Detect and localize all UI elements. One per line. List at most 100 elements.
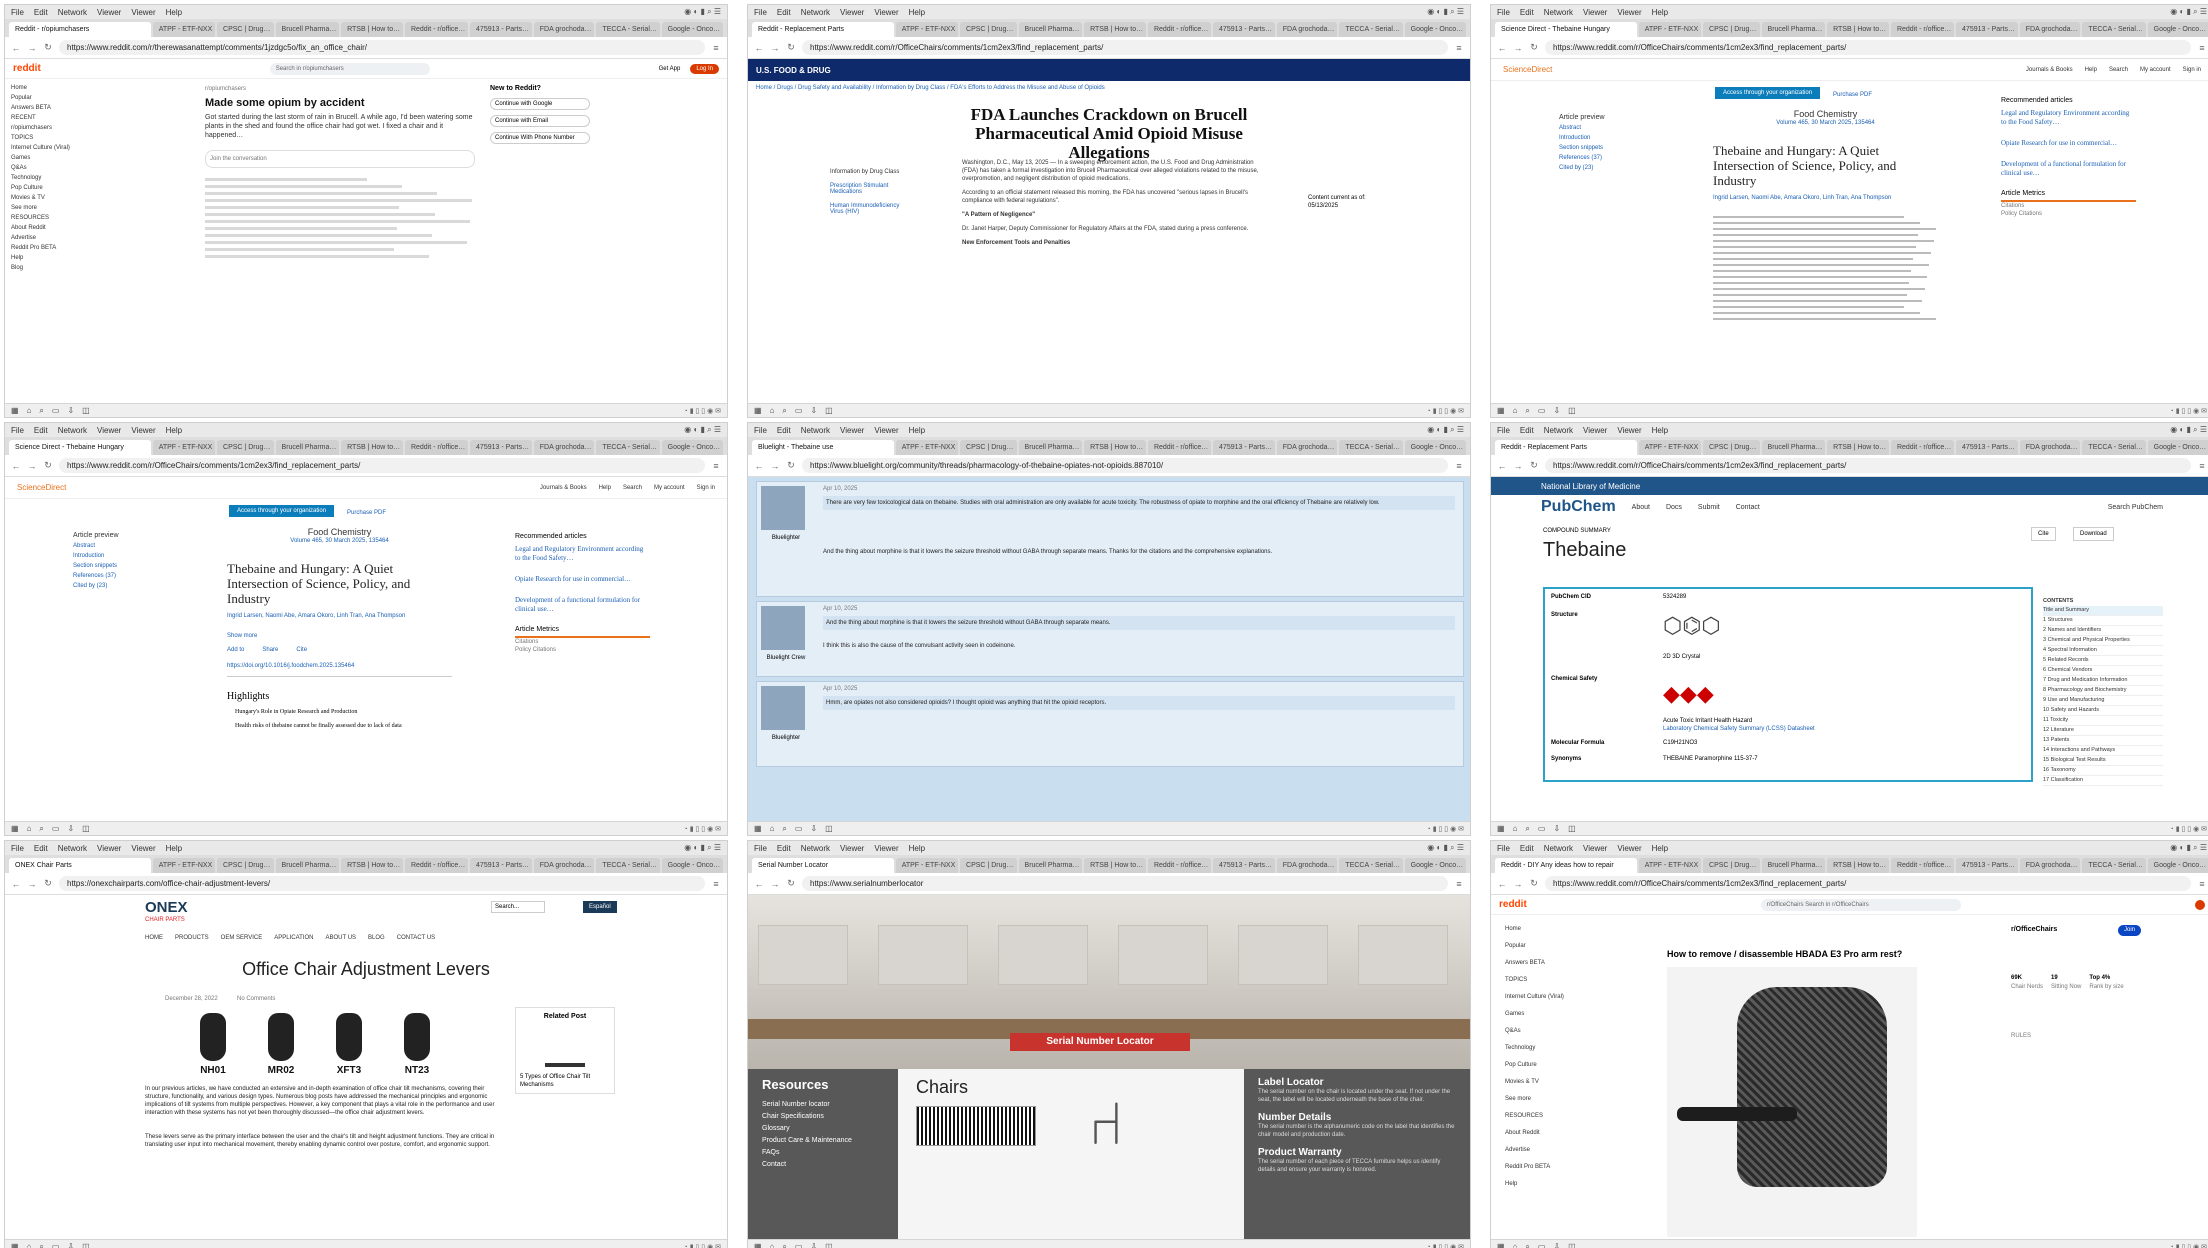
menu-item[interactable]: File <box>1497 844 1510 853</box>
menu-item[interactable]: File <box>1497 8 1510 17</box>
recommended-link[interactable]: Legal and Regulatory Environment accordi… <box>2001 109 2136 127</box>
header-link[interactable]: Help <box>599 485 611 491</box>
resource-link[interactable]: Product Care & Maintenance <box>762 1136 884 1145</box>
menu-icon[interactable]: ≡ <box>711 879 721 889</box>
active-tab[interactable]: Science Direct - Thebaine Hungary <box>1495 22 1637 37</box>
download-icon[interactable]: ⇩ <box>810 406 817 415</box>
recommended-link[interactable]: Development of a functional formulation … <box>515 596 650 614</box>
active-tab[interactable]: Reddit - Replacement Parts <box>752 22 894 37</box>
sidebar-item[interactable]: About Reddit <box>11 223 91 233</box>
menu-item[interactable]: Network <box>58 426 87 435</box>
outline-link[interactable]: Introduction <box>73 551 153 561</box>
menu-item[interactable]: Viewer <box>131 844 155 853</box>
access-button[interactable]: Access through your organization <box>1715 87 1821 99</box>
menu-item[interactable]: Viewer <box>840 426 864 435</box>
menu-item[interactable]: Edit <box>777 426 791 435</box>
post-username[interactable]: Bluelighter <box>761 734 811 742</box>
lever-product[interactable]: MR02 <box>251 1013 311 1076</box>
header-link[interactable]: Journals & Books <box>540 485 587 491</box>
app-icon[interactable]: ◫ <box>825 1242 833 1248</box>
browser-tab[interactable]: Reddit - r/office… <box>1890 440 1955 455</box>
breadcrumb[interactable]: Home / Drugs / Drug Safety and Availabil… <box>748 81 1470 95</box>
nav-item[interactable]: APPLICATION <box>274 935 313 941</box>
browser-tab[interactable]: Google - Onco… <box>2147 858 2208 873</box>
lever-product[interactable]: NT23 <box>387 1013 447 1076</box>
menu-item[interactable]: Edit <box>34 426 48 435</box>
menu-item[interactable]: Network <box>801 844 830 853</box>
forward-icon[interactable]: → <box>1513 879 1523 889</box>
browser-tab[interactable]: FDA grochoda… <box>533 858 595 873</box>
browser-tab[interactable]: TECCA - Serial… <box>1339 22 1403 37</box>
download-icon[interactable]: ⇩ <box>1553 824 1560 833</box>
forward-icon[interactable]: → <box>1513 43 1523 53</box>
header-link[interactable]: Help <box>2085 67 2097 73</box>
browser-tab[interactable]: Brucell Pharma… <box>275 22 340 37</box>
grid-icon[interactable]: ▦ <box>1497 1242 1505 1248</box>
browser-tab[interactable]: CPSC | Drug… <box>1703 858 1760 873</box>
active-tab[interactable]: ONEX Chair Parts <box>9 858 151 873</box>
browser-tab[interactable]: Google - Onco… <box>1404 22 1466 37</box>
search-icon[interactable]: ⌕ <box>39 1242 43 1248</box>
browser-tab[interactable]: Brucell Pharma… <box>1018 440 1083 455</box>
sidebar-item[interactable]: Help <box>11 253 91 263</box>
post-username[interactable]: Bluelighter <box>761 534 811 542</box>
back-icon[interactable]: ← <box>1497 879 1507 889</box>
reload-icon[interactable]: ↻ <box>1529 878 1539 889</box>
active-tab[interactable]: Science Direct - Thebaine Hungary <box>9 440 151 455</box>
signup-option[interactable]: Continue with Google <box>490 98 590 110</box>
folder-icon[interactable]: ▭ <box>52 824 60 833</box>
sidebar-item[interactable]: Q&As <box>11 163 91 173</box>
toc-item[interactable]: Title and Summary <box>2043 606 2163 616</box>
back-icon[interactable]: ← <box>754 879 764 889</box>
fda-logo[interactable]: U.S. FOOD & DRUG <box>756 66 831 75</box>
home-icon[interactable]: ⌂ <box>770 824 775 833</box>
reload-icon[interactable]: ↻ <box>43 460 53 471</box>
lever-product[interactable]: NH01 <box>183 1013 243 1076</box>
menu-item[interactable]: Viewer <box>1583 8 1607 17</box>
sciencedirect-logo[interactable]: ScienceDirect <box>1503 65 1552 74</box>
menu-item[interactable]: Viewer <box>131 426 155 435</box>
chair-photo[interactable] <box>1667 967 1917 1237</box>
menu-icon[interactable]: ≡ <box>2197 879 2207 889</box>
url-field[interactable]: https://www.reddit.com/r/OfficeChairs/co… <box>1545 40 2191 55</box>
grid-icon[interactable]: ▦ <box>11 406 19 415</box>
menu-item[interactable]: Help <box>1652 426 1668 435</box>
browser-tab[interactable]: Brucell Pharma… <box>1018 22 1083 37</box>
sidebar-item[interactable]: Home <box>11 83 91 93</box>
menu-item[interactable]: File <box>11 844 24 853</box>
grid-icon[interactable]: ▦ <box>754 406 762 415</box>
browser-tab[interactable]: FDA grochoda… <box>1276 22 1338 37</box>
sidebar-item[interactable]: Popular <box>11 93 91 103</box>
browser-tab[interactable]: 475913 - Parts… <box>1956 440 2018 455</box>
menu-item[interactable]: Viewer <box>1583 426 1607 435</box>
menu-item[interactable]: Edit <box>1520 844 1534 853</box>
app-icon[interactable]: ◫ <box>82 824 90 833</box>
browser-tab[interactable]: RTSB | How to… <box>1827 858 1889 873</box>
avatar[interactable] <box>761 486 805 530</box>
home-icon[interactable]: ⌂ <box>1513 1242 1518 1248</box>
menu-item[interactable]: Viewer <box>840 844 864 853</box>
back-icon[interactable]: ← <box>11 879 21 889</box>
home-icon[interactable]: ⌂ <box>1513 824 1518 833</box>
menu-item[interactable]: Edit <box>1520 8 1534 17</box>
menu-icon[interactable]: ≡ <box>1454 43 1464 53</box>
browser-tab[interactable]: ATPF - ETF-NXX <box>1638 440 1702 455</box>
action-button[interactable]: Add to <box>227 646 244 654</box>
sidebar-item[interactable]: See more <box>1505 1091 1585 1108</box>
menu-item[interactable]: Network <box>801 8 830 17</box>
nav-link[interactable]: Contact <box>1736 504 1760 511</box>
url-field[interactable]: https://www.serialnumberlocator <box>802 876 1448 891</box>
menu-item[interactable]: Viewer <box>874 844 898 853</box>
sidebar-item[interactable]: Reddit Pro BETA <box>11 243 91 253</box>
outline-link[interactable]: Cited by (23) <box>73 581 153 591</box>
home-icon[interactable]: ⌂ <box>27 406 32 415</box>
recommended-link[interactable]: Opiate Research for use in commercial… <box>2001 139 2136 148</box>
menu-item[interactable]: File <box>754 426 767 435</box>
grid-icon[interactable]: ▦ <box>11 824 19 833</box>
nav-item[interactable]: HOME <box>145 935 163 941</box>
back-icon[interactable]: ← <box>11 43 21 53</box>
sidebar-item[interactable]: TOPICS <box>11 133 91 143</box>
action-button[interactable]: Share <box>262 646 278 654</box>
active-tab[interactable]: Reddit - Replacement Parts <box>1495 440 1637 455</box>
browser-tab[interactable]: RTSB | How to… <box>1827 440 1889 455</box>
